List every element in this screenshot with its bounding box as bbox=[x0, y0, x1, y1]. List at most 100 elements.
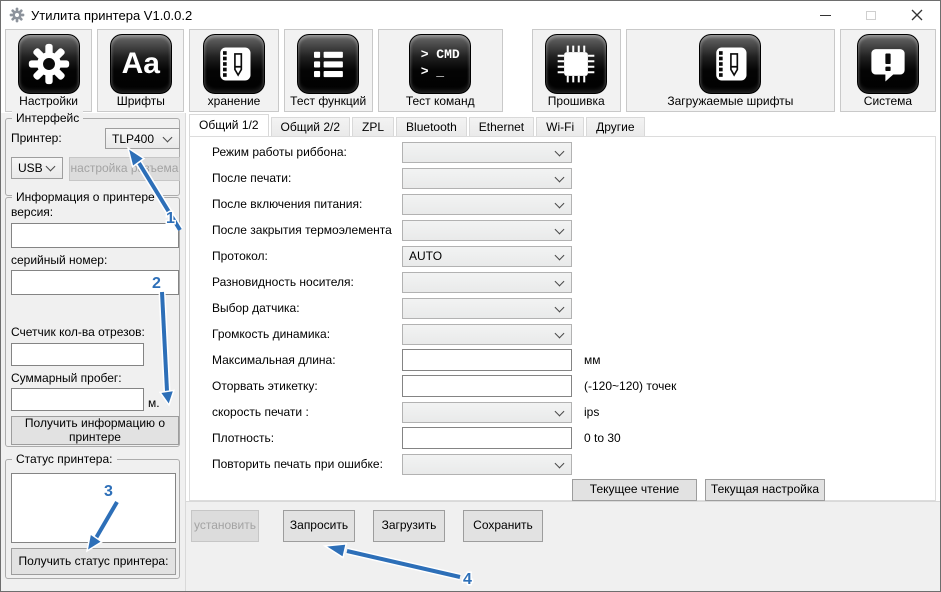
toolbar-label: Шрифты bbox=[117, 94, 165, 111]
port-select[interactable]: USB bbox=[11, 157, 63, 179]
cmd-glyph: > CMD > _ bbox=[421, 47, 460, 81]
list-icon bbox=[297, 34, 359, 94]
minimize-icon bbox=[820, 15, 831, 16]
field-suffix: 0 to 30 bbox=[584, 431, 621, 445]
tab-bluetooth[interactable]: Bluetooth bbox=[396, 117, 467, 136]
mileage-field[interactable] bbox=[11, 388, 144, 411]
toolbar-item-downloadable-fonts[interactable]: Загружаемые шрифты bbox=[626, 29, 835, 112]
speaker-volume-select[interactable] bbox=[402, 324, 572, 345]
toolbar-item-command-test[interactable]: > CMD > _ Тест команд bbox=[378, 29, 503, 112]
notebook-pencil-icon bbox=[203, 34, 265, 94]
chevron-down-icon bbox=[555, 172, 565, 182]
serial-field[interactable] bbox=[11, 270, 179, 295]
form-row-print-speed: скорость печати : ips bbox=[190, 399, 935, 425]
notebook-pencil-icon bbox=[699, 34, 761, 94]
tab-general-2[interactable]: Общий 2/2 bbox=[271, 117, 351, 136]
field-label: Протокол: bbox=[212, 249, 402, 263]
toolbar-item-settings[interactable]: Настройки bbox=[5, 29, 92, 112]
reprint-on-error-select[interactable] bbox=[402, 454, 572, 475]
connector-settings-label: настройка разъема bbox=[71, 162, 179, 176]
maximize-button[interactable] bbox=[848, 1, 894, 29]
toolbar-item-firmware[interactable]: Прошивка bbox=[532, 29, 621, 112]
after-print-select[interactable] bbox=[402, 168, 572, 189]
after-head-close-select[interactable] bbox=[402, 220, 572, 241]
install-label: установить bbox=[194, 519, 256, 533]
cut-counter-field[interactable] bbox=[11, 343, 144, 366]
app-gear-icon bbox=[9, 7, 25, 23]
combo-value: AUTO bbox=[409, 249, 442, 263]
mileage-label: Суммарный пробег: bbox=[11, 371, 122, 385]
after-power-on-select[interactable] bbox=[402, 194, 572, 215]
field-label: Повторить печать при ошибке: bbox=[212, 457, 402, 471]
max-length-field[interactable] bbox=[402, 349, 572, 371]
tab-label: Другие bbox=[596, 120, 634, 134]
chevron-down-icon bbox=[555, 276, 565, 286]
chevron-down-icon bbox=[555, 224, 565, 234]
protocol-select[interactable]: AUTO bbox=[402, 246, 572, 267]
connector-settings-button[interactable]: настройка разъема bbox=[69, 157, 180, 181]
get-printer-info-button[interactable]: Получить информацию о принтере bbox=[11, 416, 179, 445]
tab-label: Общий 1/2 bbox=[199, 118, 259, 132]
sidebar: Интерфейс Принтер: TLP400 USB настройка … bbox=[1, 113, 186, 592]
tab-other[interactable]: Другие bbox=[586, 117, 644, 136]
tab-label: Ethernet bbox=[479, 120, 524, 134]
ribbon-mode-select[interactable] bbox=[402, 142, 572, 163]
printer-status-group-title: Статус принтера: bbox=[12, 452, 117, 466]
print-speed-select[interactable] bbox=[402, 402, 572, 423]
tab-general-1[interactable]: Общий 1/2 bbox=[189, 114, 269, 136]
mileage-unit: м. bbox=[148, 396, 160, 410]
tab-zpl[interactable]: ZPL bbox=[352, 117, 394, 136]
density-field[interactable] bbox=[402, 427, 572, 449]
toolbar-item-function-test[interactable]: Тест функций bbox=[284, 29, 373, 112]
minimize-button[interactable] bbox=[802, 1, 848, 29]
query-button[interactable]: Запросить bbox=[283, 510, 355, 542]
tab-label: Общий 2/2 bbox=[281, 120, 341, 134]
cmd-icon: > CMD > _ bbox=[409, 34, 471, 94]
field-label: Выбор датчика: bbox=[212, 301, 402, 315]
printer-info-group-title: Информация о принтере bbox=[12, 190, 159, 204]
close-button[interactable] bbox=[894, 1, 940, 29]
tear-off-field[interactable] bbox=[402, 375, 572, 397]
save-button[interactable]: Сохранить bbox=[463, 510, 543, 542]
toolbar-item-fonts[interactable]: Aa Шрифты bbox=[97, 29, 184, 112]
field-suffix: (-120~120) точек bbox=[584, 379, 676, 393]
toolbar-label: Загружаемые шрифты bbox=[667, 94, 793, 111]
chevron-down-icon bbox=[555, 302, 565, 312]
current-setting-button[interactable]: Текущая настройка bbox=[705, 479, 825, 501]
toolbar-label: Настройки bbox=[19, 94, 78, 111]
window-controls bbox=[802, 1, 940, 29]
tab-wifi[interactable]: Wi-Fi bbox=[536, 117, 584, 136]
interface-group-title: Интерфейс bbox=[12, 111, 83, 125]
install-button[interactable]: установить bbox=[191, 510, 259, 542]
printer-select[interactable]: TLP400 bbox=[105, 128, 180, 149]
field-label: скорость печати : bbox=[212, 405, 402, 419]
general-tab-page: Режим работы риббона: После печати: Посл… bbox=[189, 136, 936, 501]
form-row-sensor-select: Выбор датчика: bbox=[190, 295, 935, 321]
get-printer-status-label: Получить статус принтера: bbox=[19, 555, 169, 569]
chevron-down-icon bbox=[555, 458, 565, 468]
toolbar: Настройки Aa Шрифты хранение bbox=[1, 29, 940, 113]
toolbar-item-system[interactable]: Система bbox=[840, 29, 936, 112]
form-row-after-head-close: После закрытия термоэлемента bbox=[190, 217, 935, 243]
form-row-speaker-volume: Громкость динамика: bbox=[190, 321, 935, 347]
get-printer-status-button[interactable]: Получить статус принтера: bbox=[11, 548, 176, 575]
field-label: Максимальная длина: bbox=[212, 353, 402, 367]
media-type-select[interactable] bbox=[402, 272, 572, 293]
current-read-button[interactable]: Текущее чтение bbox=[572, 479, 697, 501]
close-icon bbox=[911, 9, 923, 21]
chevron-down-icon bbox=[555, 406, 565, 416]
load-label: Загрузить bbox=[382, 519, 437, 533]
version-field[interactable] bbox=[11, 223, 179, 248]
field-label: Громкость динамика: bbox=[212, 327, 402, 341]
toolbar-item-storage[interactable]: хранение bbox=[189, 29, 278, 112]
chevron-down-icon bbox=[555, 146, 565, 156]
field-suffix: мм bbox=[584, 353, 601, 367]
load-button[interactable]: Загрузить bbox=[373, 510, 445, 542]
printer-label: Принтер: bbox=[11, 131, 62, 145]
form-row-media-type: Разновидность носителя: bbox=[190, 269, 935, 295]
field-label: После закрытия термоэлемента bbox=[212, 223, 402, 237]
form-row-max-length: Максимальная длина: мм bbox=[190, 347, 935, 373]
form-row-after-print: После печати: bbox=[190, 165, 935, 191]
sensor-select[interactable] bbox=[402, 298, 572, 319]
tab-ethernet[interactable]: Ethernet bbox=[469, 117, 534, 136]
